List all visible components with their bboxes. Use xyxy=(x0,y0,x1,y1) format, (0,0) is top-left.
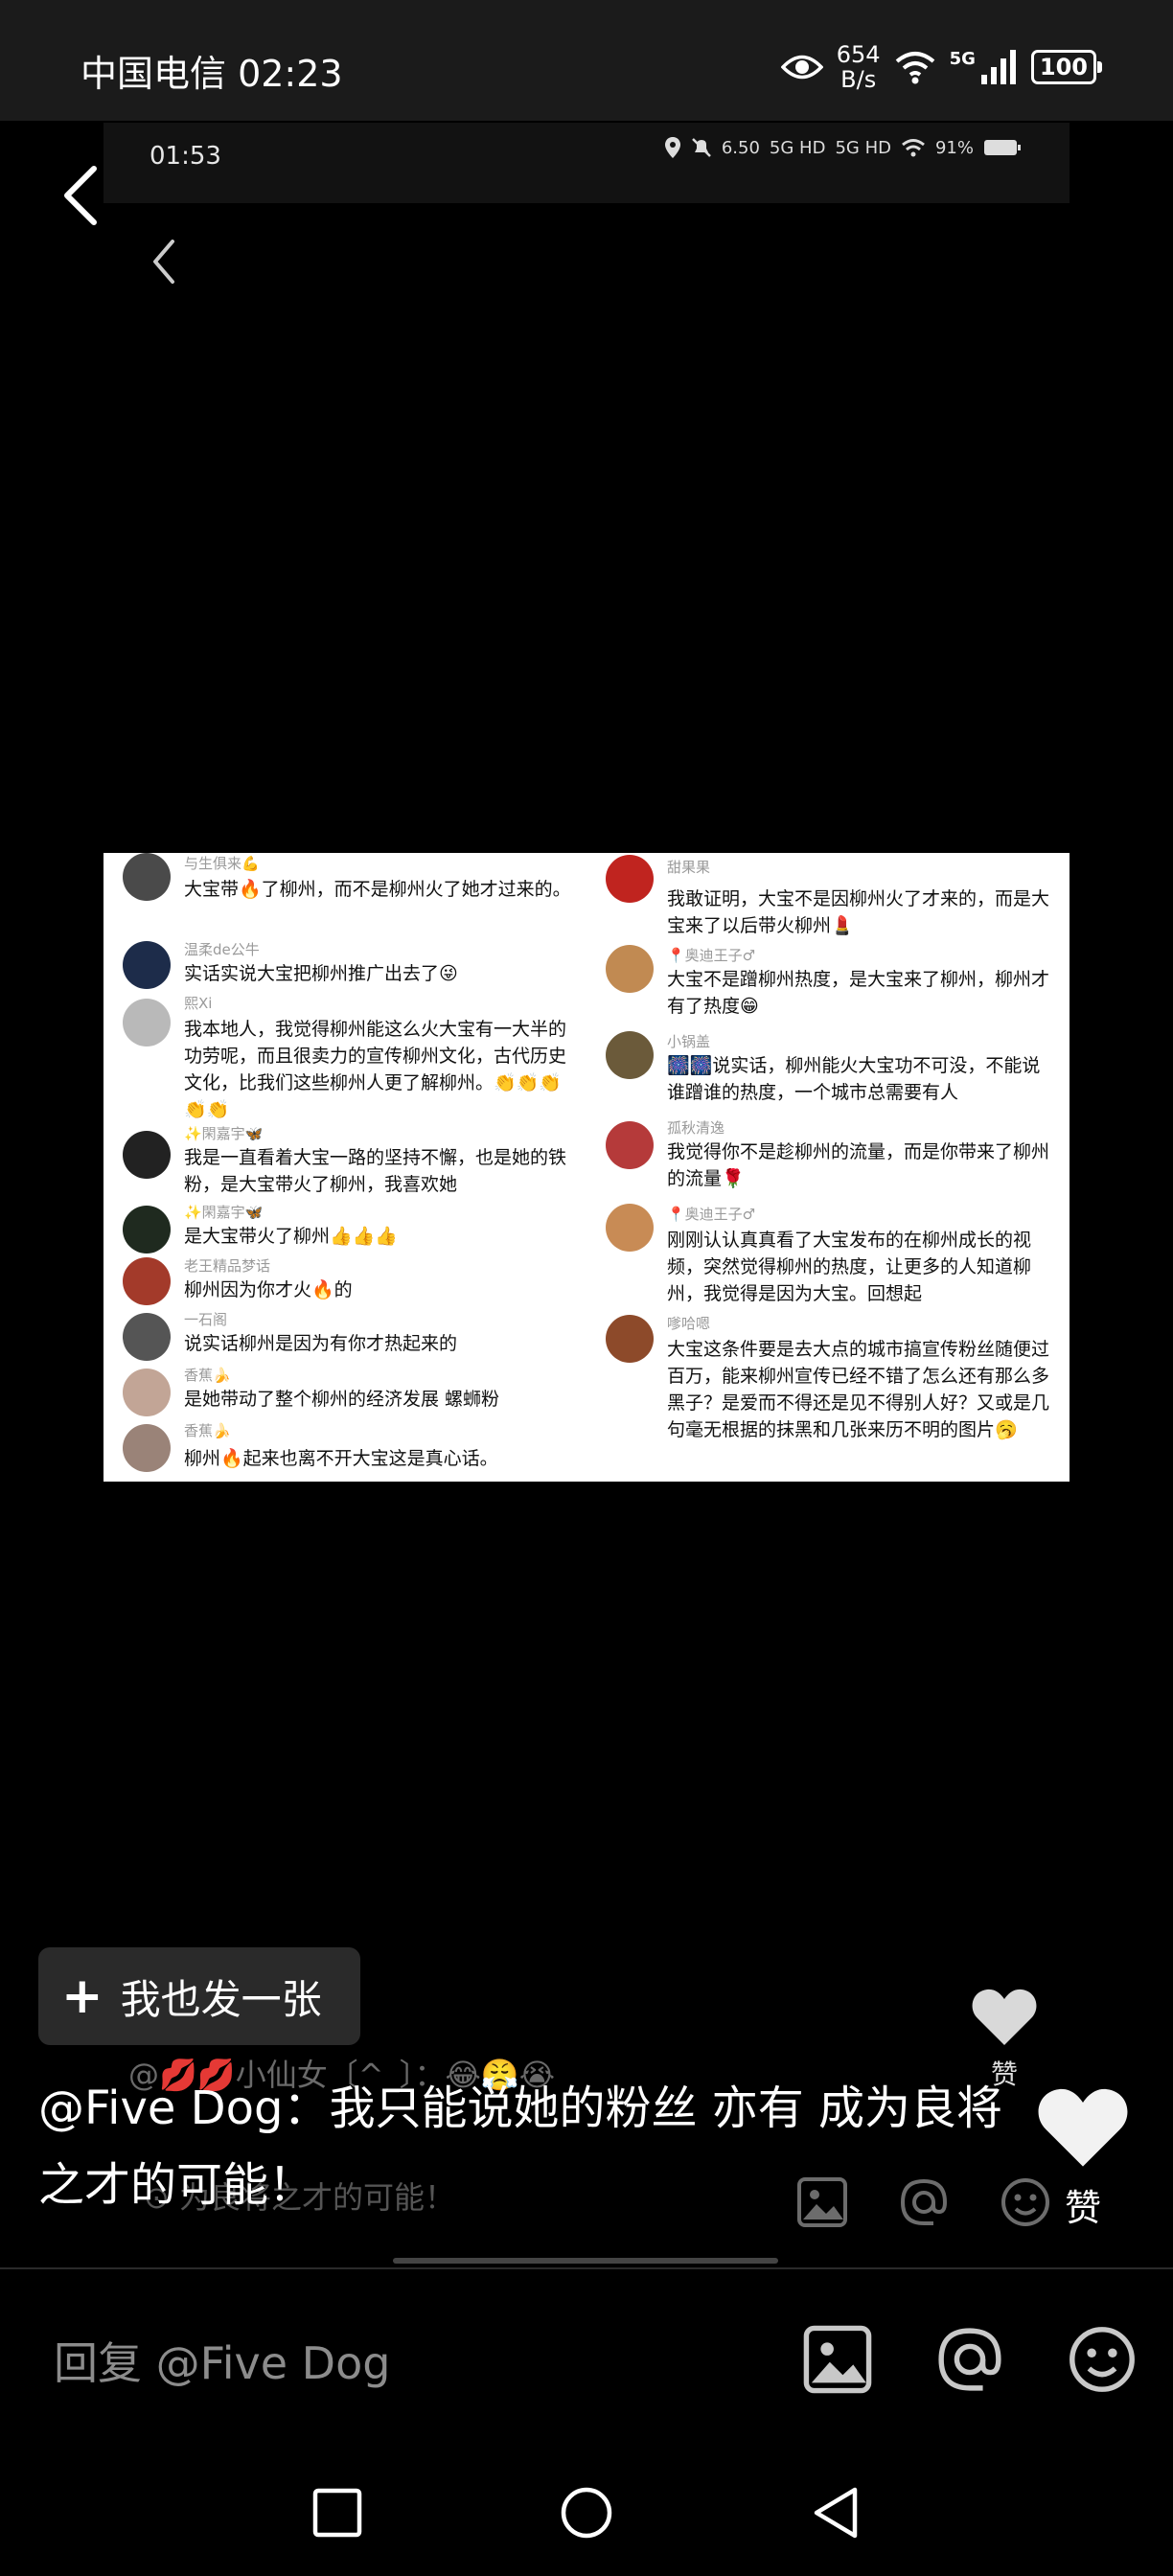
avatar xyxy=(606,1315,654,1363)
image-icon xyxy=(797,2177,847,2227)
avatar xyxy=(123,999,171,1046)
avatar xyxy=(606,1031,654,1079)
carrier-time: 中国电信 02:23 xyxy=(80,53,343,95)
at-icon[interactable] xyxy=(933,2323,1006,2396)
avatar xyxy=(606,855,654,903)
comment-item: 与生俱来💪 大宝带🔥了柳州，而不是柳州火了她才过来的。 xyxy=(104,853,583,933)
embedded-back-arrow-icon xyxy=(153,240,174,284)
post-button-label: 我也发一张 xyxy=(120,1975,322,2023)
back-arrow-icon[interactable] xyxy=(58,165,104,226)
battery-icon xyxy=(984,140,1021,155)
battery-icon: 100 xyxy=(1030,50,1103,84)
avatar xyxy=(123,1206,171,1254)
embedded-comments-image: 与生俱来💪 大宝带🔥了柳州，而不是柳州火了她才过来的。 温柔de公牛 实话实说大… xyxy=(104,853,1070,1482)
emoji-icon xyxy=(1001,2178,1049,2226)
plus-icon: + xyxy=(61,1967,104,2025)
embedded-speed: 6.50 xyxy=(721,137,760,158)
avatar xyxy=(123,1131,171,1179)
heart-icon xyxy=(972,1989,1037,2045)
avatar xyxy=(123,941,171,989)
embedded-reply-icons xyxy=(795,2175,1052,2229)
embedded-battery: 91% xyxy=(934,137,974,158)
avatar xyxy=(123,1368,171,1416)
wifi-icon xyxy=(895,52,934,84)
avatar xyxy=(606,1121,654,1169)
left-comment-column: 与生俱来💪 大宝带🔥了柳州，而不是柳州火了她才过来的。 温柔de公牛 实话实说大… xyxy=(104,853,583,1482)
emoji-icon[interactable] xyxy=(1066,2323,1138,2396)
status-bar: 中国电信 02:23 654 B/s 5G 100 xyxy=(0,0,1173,121)
embedded-time: 01:53 xyxy=(150,142,221,171)
avatar xyxy=(606,945,654,993)
home-button[interactable] xyxy=(560,2486,613,2540)
back-button[interactable] xyxy=(809,2486,862,2540)
avatar xyxy=(606,1204,654,1252)
signal-icon xyxy=(980,50,1016,84)
embedded-status-bar: 01:53 6.50 5G HD 5G HD 91% xyxy=(104,123,1070,203)
location-icon xyxy=(664,137,680,158)
post-one-too-button[interactable]: + 我也发一张 xyxy=(38,1947,360,2045)
status-icons: 654 B/s 5G 100 xyxy=(780,38,1103,96)
avatar xyxy=(123,1424,171,1472)
wifi-icon xyxy=(902,139,925,157)
heart-icon xyxy=(1038,2088,1128,2167)
eye-icon xyxy=(780,55,823,80)
avatar xyxy=(123,1313,171,1361)
image-icon[interactable] xyxy=(801,2323,874,2396)
avatar xyxy=(123,853,171,901)
scroll-indicator xyxy=(393,2258,778,2264)
net-speed: 654 B/s xyxy=(836,41,881,93)
recents-button[interactable] xyxy=(310,2486,364,2540)
reply-bar-icons xyxy=(801,2323,1138,2396)
embedded-network-a: 5G HD xyxy=(769,137,826,158)
avatar xyxy=(123,1257,171,1305)
right-comment-column: 甜果果 我敢证明，大宝不是因柳州火了才来的，而是大宝来了以后带火柳州💄 📍奥迪王… xyxy=(586,853,1070,1482)
mute-icon xyxy=(691,138,711,157)
reply-input[interactable]: 回复 @Five Dog xyxy=(54,2329,390,2392)
at-icon xyxy=(900,2178,948,2225)
embedded-status-icons: 6.50 5G HD 5G HD 91% xyxy=(664,136,1022,159)
embedded-network-b: 5G HD xyxy=(835,137,891,158)
network-type: 5G xyxy=(949,48,976,69)
